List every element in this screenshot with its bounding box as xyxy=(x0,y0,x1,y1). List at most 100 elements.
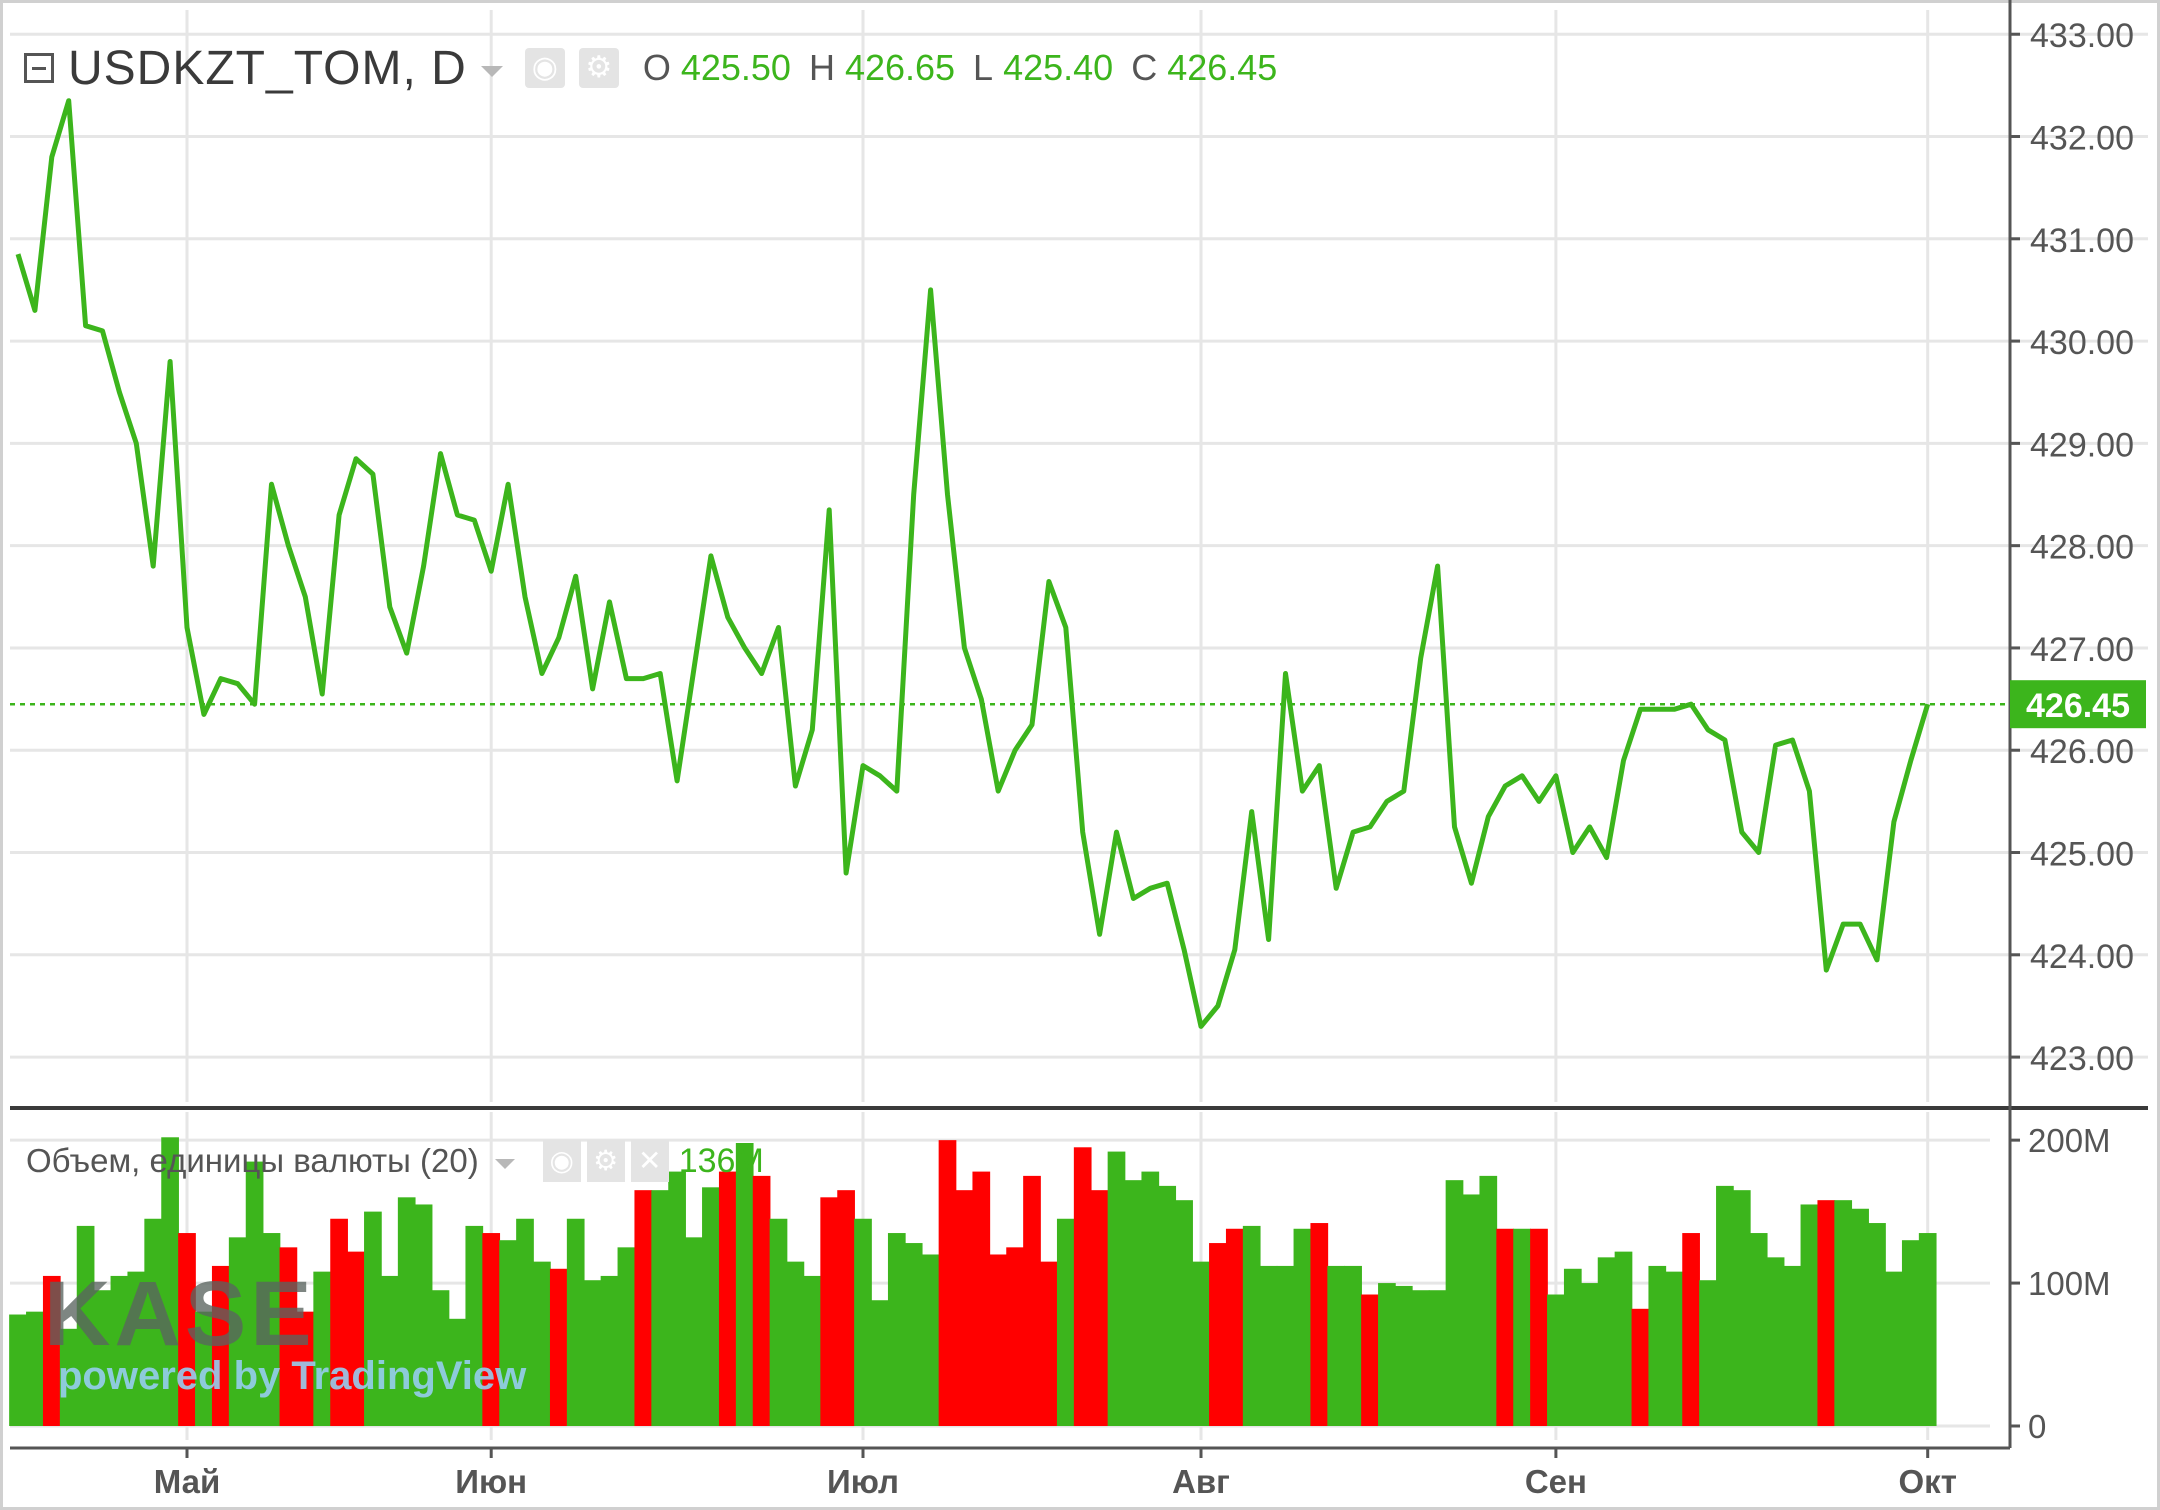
volume-bar xyxy=(1513,1228,1531,1426)
time-axis[interactable]: Май Июн Июл Авг Сен Окт xyxy=(154,1448,1957,1500)
volume-bar xyxy=(1242,1225,1261,1426)
price-tick-label: 425.00 xyxy=(2030,836,2134,874)
symbol-title[interactable]: USDKZT_TOM, D xyxy=(68,41,467,96)
volume-bar xyxy=(803,1275,822,1426)
volume-bar xyxy=(1056,1218,1075,1426)
volume-bar xyxy=(566,1218,585,1426)
kase-logo: KASE powered by TradingView xyxy=(44,1268,526,1399)
time-tick-label: Сен xyxy=(1525,1463,1587,1500)
volume-bar xyxy=(1073,1147,1092,1426)
volume-bar xyxy=(921,1254,940,1426)
volume-bar xyxy=(1597,1257,1616,1426)
volume-bar xyxy=(1361,1294,1379,1426)
price-tick-label: 427.00 xyxy=(2030,631,2134,669)
volume-bar xyxy=(1124,1180,1143,1426)
volume-bar xyxy=(1276,1265,1295,1426)
volume-bar xyxy=(1682,1233,1700,1426)
volume-bar xyxy=(1766,1257,1785,1426)
high-label: H xyxy=(808,47,835,88)
low-label: L xyxy=(973,47,994,88)
volume-bar xyxy=(651,1190,670,1426)
volume-bar xyxy=(904,1243,923,1426)
volume-bar xyxy=(1547,1294,1565,1426)
volume-bar xyxy=(1614,1251,1633,1426)
volume-bar xyxy=(1158,1185,1177,1426)
volume-tick-label: 200M xyxy=(2028,1122,2111,1159)
volume-bar xyxy=(1732,1190,1751,1426)
collapse-icon[interactable] xyxy=(24,53,54,83)
volume-bar xyxy=(955,1190,974,1426)
volume-bar xyxy=(1259,1265,1278,1426)
price-tick-label: 428.00 xyxy=(2030,529,2134,567)
volume-bar xyxy=(668,1171,686,1426)
powered-by-text: powered by TradingView xyxy=(58,1354,527,1398)
gear-icon[interactable]: ⚙ xyxy=(586,1140,625,1182)
volume-bar xyxy=(685,1237,703,1426)
open-value: 425.50 xyxy=(680,47,791,88)
volume-bar xyxy=(1800,1204,1819,1426)
dropdown-caret-icon[interactable] xyxy=(494,1159,515,1169)
volume-bar xyxy=(1699,1280,1717,1426)
close-icon[interactable]: ✕ xyxy=(630,1140,669,1182)
open-label: O xyxy=(642,47,671,88)
time-tick-label: Май xyxy=(154,1463,221,1500)
volume-bar xyxy=(1885,1271,1903,1426)
volume-bar xyxy=(1530,1228,1548,1426)
time-tick-label: Окт xyxy=(1899,1463,1957,1500)
volume-axis[interactable]: 0 100M 200M xyxy=(2010,1122,2111,1445)
volume-bar xyxy=(1394,1285,1413,1426)
volume-bar xyxy=(938,1140,957,1426)
eye-icon[interactable]: ◉ xyxy=(542,1140,581,1182)
volume-bar xyxy=(1209,1243,1227,1426)
volume-bar xyxy=(1006,1247,1024,1426)
volume-bar xyxy=(718,1171,737,1426)
volume-bar xyxy=(1901,1240,1920,1426)
volume-bar xyxy=(600,1275,619,1426)
price-tick-label: 429.00 xyxy=(2030,426,2134,464)
volume-bar xyxy=(26,1311,44,1426)
volume-bar xyxy=(1293,1228,1312,1426)
volume-bar xyxy=(769,1218,788,1426)
volume-bar xyxy=(1090,1190,1109,1426)
volume-bar xyxy=(1851,1208,1869,1426)
volume-bar xyxy=(583,1280,602,1426)
volume-bar xyxy=(1310,1223,1329,1426)
volume-bar xyxy=(871,1300,889,1426)
price-tick-label: 431.00 xyxy=(2030,222,2134,260)
volume-bar xyxy=(1445,1180,1464,1426)
volume-bar xyxy=(1378,1283,1396,1426)
volume-bar xyxy=(1175,1200,1193,1426)
volume-bar xyxy=(786,1261,805,1426)
volume-value: 136M xyxy=(678,1141,764,1180)
volume-bar xyxy=(702,1187,720,1426)
volume-bar xyxy=(1631,1308,1650,1426)
symbol-legend: USDKZT_TOM, D ◉ ⚙ O 425.50 H 426.65 L 42… xyxy=(24,40,1285,96)
volume-bar xyxy=(1411,1290,1430,1426)
volume-bar xyxy=(887,1233,906,1426)
price-tick-label: 426.00 xyxy=(2030,733,2134,771)
price-tick-label: 430.00 xyxy=(2030,324,2134,362)
price-tick-label: 433.00 xyxy=(2030,17,2134,55)
volume-bar xyxy=(1918,1233,1937,1426)
logo-text: KASE xyxy=(44,1263,316,1365)
volume-bar xyxy=(1428,1290,1447,1426)
eye-icon[interactable]: ◉ xyxy=(524,48,565,88)
volume-bar xyxy=(820,1197,839,1426)
volume-bar xyxy=(533,1261,551,1426)
volume-bar xyxy=(1462,1194,1481,1426)
price-axis[interactable]: 423.00 424.00 425.00 426.00 427.00 428.00 429.… xyxy=(2010,17,2146,1078)
volume-bar xyxy=(1107,1151,1126,1426)
volume-bar xyxy=(752,1175,771,1426)
volume-title[interactable]: Объем, единицы валюты (20) xyxy=(26,1142,479,1180)
price-tick-label: 423.00 xyxy=(2030,1040,2134,1078)
volume-bar xyxy=(837,1190,855,1426)
gear-icon[interactable]: ⚙ xyxy=(578,48,619,88)
volume-bar xyxy=(1479,1175,1498,1426)
time-tick-label: Июн xyxy=(455,1463,527,1500)
volume-tick-label: 100M xyxy=(2028,1265,2111,1302)
volume-bar xyxy=(1716,1185,1734,1426)
volume-bar xyxy=(989,1254,1008,1426)
price-tick-label: 432.00 xyxy=(2030,120,2134,158)
dropdown-caret-icon[interactable] xyxy=(480,65,503,77)
volume-bar xyxy=(1817,1200,1836,1426)
